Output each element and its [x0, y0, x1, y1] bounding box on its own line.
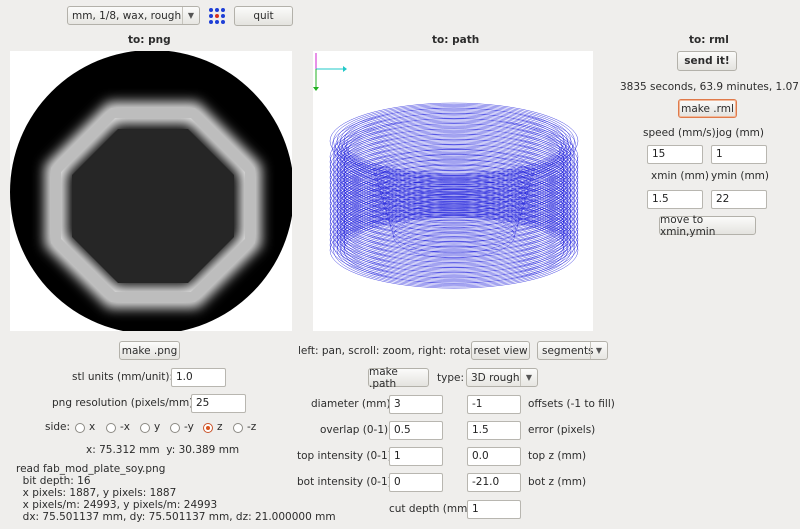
stl-units-label: stl units (mm/unit):	[72, 371, 174, 383]
rml-header: to: rml	[689, 34, 729, 46]
jog-field[interactable]: 1	[711, 145, 767, 164]
png-preview	[10, 50, 294, 334]
view-mode-select[interactable]: segments ▼	[537, 341, 608, 360]
offsets-field[interactable]: -1	[467, 395, 521, 414]
side-radio-neg-x[interactable]	[106, 423, 116, 433]
overlap-label: overlap (0-1)	[320, 424, 389, 436]
side-radio-neg-y[interactable]	[170, 423, 180, 433]
make-path-button[interactable]: make .path	[368, 366, 429, 390]
error-label: error (pixels)	[528, 424, 596, 436]
top-intensity-field[interactable]: 1	[389, 447, 443, 466]
side-radio-neg-z[interactable]	[233, 423, 243, 433]
cut-depth-label: cut depth (mm)	[389, 503, 472, 515]
reset-view-button[interactable]: reset view	[471, 341, 530, 360]
send-it-button[interactable]: send it!	[677, 51, 737, 71]
chevron-down-icon: ▼	[590, 342, 607, 359]
type-label: type:	[437, 372, 464, 384]
side-radio-x[interactable]	[75, 423, 85, 433]
path-header: to: path	[432, 34, 480, 46]
side-x-label: x	[89, 421, 96, 433]
material-select-value: mm, 1/8, wax, rough	[72, 9, 182, 22]
offsets-label: offsets (-1 to fill)	[528, 398, 615, 410]
time-estimate: 3835 seconds, 63.9 minutes, 1.07 hours	[620, 81, 800, 93]
png-heightmap-image	[10, 50, 294, 334]
path-preview[interactable]	[313, 51, 593, 331]
chevron-down-icon: ▼	[182, 7, 199, 24]
bot-z-label: bot z (mm)	[528, 476, 587, 488]
side-z-label: z	[217, 421, 223, 433]
dot-grid-icon[interactable]	[208, 7, 226, 25]
make-rml-button[interactable]: make .rml	[678, 99, 737, 118]
xmin-label: xmin (mm)	[651, 170, 710, 182]
diameter-field[interactable]: 3	[389, 395, 443, 414]
ymin-label: ymin (mm)	[711, 170, 770, 182]
toolpath-ring	[336, 167, 572, 240]
view-mode-value: segments	[542, 344, 594, 357]
png-info-line-3: x pixels: 1887, y pixels: 1887	[16, 487, 177, 499]
side-y-label: y	[154, 421, 161, 433]
side-neg-z-label: -z	[247, 421, 257, 433]
png-info-line-1: read fab_mod_plate_soy.png	[16, 463, 166, 475]
side-neg-y-label: -y	[184, 421, 194, 433]
ymin-field[interactable]: 22	[711, 190, 767, 209]
path-type-value: 3D rough	[471, 371, 520, 384]
toolpath-rings	[329, 102, 579, 289]
toolpath-canvas[interactable]	[313, 51, 593, 331]
side-radio-y[interactable]	[140, 423, 150, 433]
material-select[interactable]: mm, 1/8, wax, rough ▼	[67, 6, 200, 25]
path-type-select[interactable]: 3D rough ▼	[466, 368, 538, 387]
png-resolution-field[interactable]: 25	[191, 394, 246, 413]
speed-label: speed (mm/s)	[643, 127, 716, 139]
cursor-coords: x: 75.312 mm y: 30.389 mm	[86, 444, 240, 456]
speed-field[interactable]: 15	[647, 145, 703, 164]
xmin-field[interactable]: 1.5	[647, 190, 703, 209]
quit-button[interactable]: quit	[234, 6, 293, 26]
png-info-line-4: x pixels/m: 24993, y pixels/m: 24993	[16, 499, 218, 511]
chevron-down-icon: ▼	[520, 369, 537, 386]
cut-depth-field[interactable]: 1	[467, 500, 521, 519]
jog-label: jog (mm)	[716, 127, 764, 139]
png-info-line-5: dx: 75.501137 mm, dy: 75.501137 mm, dz: …	[16, 511, 336, 523]
nav-hint: left: pan, scroll: zoom, right: rotate	[298, 345, 482, 357]
overlap-field[interactable]: 0.5	[389, 421, 443, 440]
top-z-label: top z (mm)	[528, 450, 587, 462]
diameter-label: diameter (mm)	[311, 398, 391, 410]
side-radio-z[interactable]	[203, 423, 213, 433]
error-field[interactable]: 1.5	[467, 421, 521, 440]
top-intensity-label: top intensity (0-1)	[297, 450, 392, 462]
stl-units-field[interactable]: 1.0	[171, 368, 226, 387]
bot-intensity-label: bot intensity (0-1)	[297, 476, 392, 488]
bot-z-field[interactable]: -21.0	[467, 473, 521, 492]
top-z-field[interactable]: 0.0	[467, 447, 521, 466]
axis-gizmo-icon	[313, 53, 347, 91]
png-resolution-label: png resolution (pixels/mm):	[52, 397, 197, 409]
side-label: side:	[45, 421, 71, 433]
png-info-line-2: bit depth: 16	[16, 475, 91, 487]
png-header: to: png	[128, 34, 171, 46]
make-png-button[interactable]: make .png	[119, 341, 180, 360]
side-neg-x-label: -x	[120, 421, 131, 433]
bot-intensity-field[interactable]: 0	[389, 473, 443, 492]
move-to-xmin-ymin-button[interactable]: move to xmin,ymin	[659, 214, 756, 238]
